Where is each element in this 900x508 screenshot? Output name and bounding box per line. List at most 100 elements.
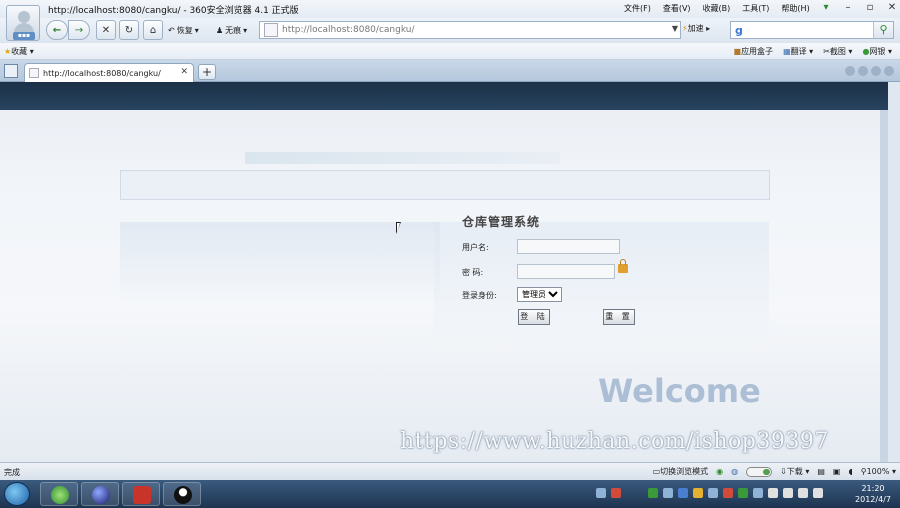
login-title: 仓库管理系统	[462, 215, 541, 229]
menu-help[interactable]: 帮助(H)	[781, 3, 809, 14]
refresh-button[interactable]: ↻	[119, 20, 139, 40]
tab-cangku[interactable]: http://localhost:8080/cangku/ ✕	[24, 63, 194, 82]
search-box[interactable]: g ⚲	[730, 21, 894, 39]
tray-icon[interactable]	[611, 488, 621, 498]
close-button[interactable]: ✕	[886, 2, 898, 13]
tray-icon[interactable]	[596, 488, 606, 498]
translate-button[interactable]: ▦翻译 ▾	[783, 46, 813, 57]
search-icon[interactable]: ⚲	[873, 22, 893, 38]
maximize-button[interactable]: ▫	[864, 2, 876, 13]
restore-label: 恢复	[176, 25, 193, 35]
tray-icon[interactable]	[678, 488, 688, 498]
zoom-control[interactable]: ⚲100% ▾	[861, 467, 896, 476]
home-icon: ⌂	[149, 24, 157, 36]
speed-label: 加速	[687, 24, 704, 33]
chevron-down-icon[interactable]: ▼	[672, 24, 678, 33]
window-icon[interactable]: ▣	[833, 467, 841, 476]
acceleration-toggle[interactable]	[746, 466, 773, 477]
flag-icon[interactable]	[768, 488, 778, 498]
menu-tools[interactable]: 工具(T)	[742, 3, 769, 14]
tray-icon[interactable]	[708, 488, 718, 498]
new-tab-button[interactable]: +	[198, 64, 216, 80]
background-panel	[120, 222, 440, 302]
menu-favorites[interactable]: 收藏(B)	[703, 3, 731, 14]
browse-mode-label: 切换浏览模式	[660, 467, 709, 476]
close-icon[interactable]: ✕	[180, 67, 188, 77]
tray-icon[interactable]	[663, 488, 673, 498]
undo-icon: ↶	[168, 25, 175, 35]
forward-button[interactable]: →	[68, 20, 90, 40]
taskbar-qq[interactable]	[163, 482, 201, 506]
favorites-bar: ★收藏 ▾ ■应用盒子 ▦翻译 ▾ ✂截图 ▾ ●网银 ▾	[0, 43, 900, 60]
scrollbar[interactable]	[880, 110, 888, 462]
welcome-text: Welcome	[598, 372, 761, 410]
page-icon[interactable]: ▤	[817, 467, 825, 476]
translate-label: 翻译	[790, 47, 807, 56]
menu-file[interactable]: 文件(F)	[624, 3, 651, 14]
globe-icon[interactable]: ◍	[731, 467, 738, 476]
play-icon: ▸	[706, 24, 711, 33]
page-content: 仓库管理系统 用户名: 密 码: 登录身份: 管理员 登 陆 重 置 Welco…	[0, 82, 888, 462]
speaker-icon[interactable]: ◖	[848, 467, 852, 476]
taskbar-ie[interactable]	[40, 482, 78, 506]
download-button[interactable]: ⇩下载 ▾	[780, 466, 809, 477]
tray-icon[interactable]	[738, 488, 748, 498]
taskbar-clock[interactable]: 21:20 2012/4/7	[848, 483, 898, 505]
speed-up-button[interactable]: ⚡加速 ▸	[682, 23, 710, 34]
toolbox-icon	[133, 486, 151, 504]
menu-view[interactable]: 查看(V)	[663, 3, 691, 14]
network-icon[interactable]	[783, 488, 793, 498]
browser-mode-icon: ▭	[652, 467, 661, 476]
role-select[interactable]: 管理员	[517, 287, 562, 302]
refresh-icon: ↻	[124, 24, 134, 36]
ie-icon	[51, 486, 69, 504]
tab-list-icon[interactable]	[871, 66, 881, 76]
minimize-button[interactable]: –	[842, 2, 854, 13]
tab-prev-icon[interactable]	[845, 66, 855, 76]
taskbar-tool[interactable]	[122, 482, 160, 506]
security-icon[interactable]: ◉	[716, 467, 723, 476]
password-input[interactable]	[517, 264, 615, 279]
shirt-icon[interactable]: ▾	[820, 2, 832, 13]
username-input[interactable]	[517, 239, 620, 254]
tab-title: http://localhost:8080/cangku/	[43, 68, 161, 78]
url-input[interactable]	[282, 25, 662, 35]
tray-icon[interactable]	[648, 488, 658, 498]
tab-next-icon[interactable]	[858, 66, 868, 76]
favorites-button[interactable]: ★收藏 ▾	[4, 46, 34, 57]
window-controls: ▾ – ▫ ✕	[820, 2, 898, 13]
search-engine-icon[interactable]: g	[735, 24, 743, 37]
browser-logo-icon[interactable]: ▪▪▪	[6, 5, 40, 41]
login-button[interactable]: 登 陆	[518, 309, 550, 325]
speaker-icon[interactable]	[813, 488, 823, 498]
tray-icon[interactable]	[693, 488, 703, 498]
reset-button[interactable]: 重 置	[603, 309, 635, 325]
taskbar-eclipse[interactable]	[81, 482, 119, 506]
tray-icon[interactable]	[753, 488, 763, 498]
screenshot-button[interactable]: ✂截图 ▾	[823, 46, 852, 57]
tab-menu-icon[interactable]	[884, 66, 894, 76]
app-box-button[interactable]: ■应用盒子	[734, 46, 774, 57]
sidebar-toggle-icon[interactable]	[4, 64, 18, 78]
stop-button[interactable]: ✕	[96, 20, 116, 40]
tray-icon[interactable]	[723, 488, 733, 498]
background-panel	[120, 170, 770, 200]
window-title: http://localhost:8080/cangku/ - 360安全浏览器…	[48, 6, 299, 16]
title-bar: http://localhost:8080/cangku/ - 360安全浏览器…	[0, 0, 900, 18]
restore-button[interactable]: ↶ 恢复 ▾	[168, 21, 199, 39]
back-button[interactable]: ←	[46, 20, 68, 40]
chevron-down-icon: ▾	[243, 25, 248, 35]
no-trace-button[interactable]: ♟ 无痕 ▾	[216, 21, 247, 39]
browse-mode-button[interactable]: ▭切换浏览模式	[653, 466, 709, 477]
start-button[interactable]	[4, 482, 30, 506]
online-banking-button[interactable]: ●网银 ▾	[862, 46, 892, 57]
address-bar[interactable]: ▼	[259, 21, 681, 39]
screenshot-label: 截图	[829, 47, 846, 56]
monitor-icon[interactable]	[798, 488, 808, 498]
watermark-text: https://www.huzhan.com/ishop39397	[400, 429, 829, 454]
home-button[interactable]: ⌂	[143, 20, 163, 40]
navigation-toolbar: ← → ✕ ↻ ⌂ ↶ 恢复 ▾ ♟ 无痕 ▾ ▼ ⚡加速 ▸ g ⚲	[0, 18, 900, 43]
username-label: 用户名:	[462, 243, 489, 252]
translate-icon: ▦	[783, 47, 791, 56]
status-right-tools: ▭切换浏览模式 ◉ ◍ ⇩下载 ▾ ▤ ▣ ◖ ⚲100% ▾	[653, 466, 896, 477]
